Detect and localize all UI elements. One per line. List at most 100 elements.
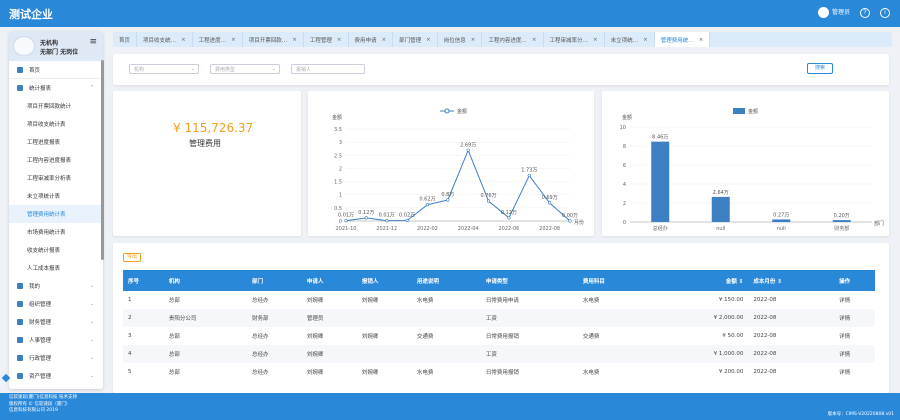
- org-logo: [13, 36, 35, 56]
- nav-group[interactable]: 组织管理 ⌄: [9, 295, 103, 313]
- nav-sub-item[interactable]: 人工成本报表: [9, 259, 103, 277]
- app-title: 测试企业: [9, 8, 53, 21]
- close-icon[interactable]: ×: [699, 37, 704, 43]
- help-icon[interactable]: ?: [860, 7, 870, 18]
- detail-link[interactable]: 详情: [834, 345, 875, 363]
- nav-group[interactable]: 财务管理 ⌄: [9, 313, 103, 331]
- close-icon[interactable]: ×: [181, 37, 186, 43]
- nav-sub-item[interactable]: 项目收支统计表: [9, 115, 103, 133]
- y-tick-label: 2.5: [334, 153, 342, 159]
- y-tick-label: 10: [620, 125, 626, 131]
- column-header: 用途说明: [411, 270, 481, 291]
- close-icon[interactable]: ×: [471, 37, 476, 43]
- close-icon[interactable]: ×: [337, 37, 342, 43]
- nav-sub-item[interactable]: 工程内容进度报表: [9, 151, 103, 169]
- nav-group[interactable]: 资产管理 ⌄: [9, 367, 103, 385]
- tab[interactable]: 工程审减率分… ×: [544, 32, 605, 47]
- close-icon[interactable]: ×: [292, 37, 297, 43]
- tab[interactable]: 项目收支统… ×: [137, 32, 193, 47]
- tab[interactable]: 项目开票回款… ×: [243, 32, 304, 47]
- nav-group-label: 资产管理: [29, 374, 52, 380]
- column-header: 报销人: [356, 270, 412, 291]
- chevron-down-icon: ⌄: [89, 337, 94, 343]
- type-select[interactable]: 费用类型 ⌄: [210, 64, 280, 74]
- tab[interactable]: 工程内容进度… ×: [482, 32, 544, 47]
- table-cell: 刘婉卿: [306, 298, 324, 304]
- tab-label: 首页: [119, 37, 131, 44]
- x-tick-label: 总经办: [653, 225, 668, 232]
- data-label: 0.20万: [834, 213, 850, 219]
- nav-sub-item[interactable]: 未立项统计表: [9, 187, 103, 205]
- sidebar: 无机构 无部门 无岗位 ≡ 首页 统计报表 ^ 项目开票回款统计 项目收支统计表 工程…: [9, 31, 103, 389]
- table-cell: 总经办: [251, 370, 269, 376]
- nav-sub-item[interactable]: 管理费用统计表: [9, 205, 103, 223]
- table-cell: 总部: [163, 345, 247, 363]
- nav-group-label: 人事管理: [29, 338, 52, 344]
- tab[interactable]: 工程管理 ×: [304, 32, 349, 47]
- close-icon[interactable]: ×: [382, 37, 387, 43]
- nav-sub-item[interactable]: 工程审减率分析表: [9, 169, 103, 187]
- detail-link[interactable]: 详情: [834, 363, 875, 381]
- chart-icon: [17, 85, 23, 91]
- sidebar-scrollbar[interactable]: [101, 60, 104, 260]
- data-label: 0.69万: [542, 195, 558, 201]
- nav-home[interactable]: 首页: [9, 61, 103, 79]
- nav-sub-item[interactable]: 市场费用统计表: [9, 223, 103, 241]
- tab[interactable]: 岗位信息 ×: [438, 32, 483, 47]
- table-cell: 2022-08: [753, 369, 777, 375]
- nav-sub-item[interactable]: 项目开票回款统计: [9, 97, 103, 115]
- column-header[interactable]: 金额 ⇕: [646, 270, 749, 291]
- summary-card: ¥ 115,726.37 管理费用: [113, 91, 301, 236]
- tab[interactable]: 管理费用统… ×: [654, 32, 711, 47]
- legend-marker: [444, 108, 450, 114]
- close-icon[interactable]: ×: [426, 37, 431, 43]
- nav-group[interactable]: 行政管理 ⌄: [9, 349, 103, 367]
- menu-toggle-icon[interactable]: ≡: [89, 37, 97, 47]
- x-tick-label: 2022-02: [417, 226, 438, 232]
- tab[interactable]: 未立项统… ×: [605, 32, 655, 47]
- tab[interactable]: 工程进度… ×: [193, 32, 243, 47]
- bar-chart-card: 金额 金额 部门 0 2 4 6 8 10 8.46万 总经办 2.64万 null 0.27万 null 0…: [602, 91, 889, 236]
- chevron-down-icon: ⌄: [89, 355, 94, 361]
- detail-link[interactable]: 详情: [834, 309, 875, 327]
- top-bar: 测试企业 管理员 ? i: [0, 0, 900, 27]
- nav-stats[interactable]: 统计报表 ^: [9, 79, 103, 97]
- table-cell: 刘婉卿: [361, 298, 379, 304]
- nav-group-label: 行政管理: [29, 356, 52, 362]
- tab[interactable]: 首页: [113, 32, 138, 47]
- nav-group[interactable]: 我的 ⌄: [9, 277, 103, 295]
- info-icon[interactable]: i: [880, 7, 890, 18]
- export-button[interactable]: 导出: [123, 253, 141, 262]
- column-header[interactable]: 成本月份 ⇕: [748, 270, 835, 291]
- legend-label: 金额: [457, 108, 467, 115]
- nav-sub-item[interactable]: 收支统计报表: [9, 241, 103, 259]
- footer-line1: 信软速段(厦门)信息科技 技术支持: [9, 395, 77, 400]
- data-label: 0.12万: [501, 210, 517, 216]
- detail-link[interactable]: 详情: [834, 291, 875, 309]
- table-cell: 刘婉卿: [361, 334, 379, 340]
- close-icon[interactable]: ×: [231, 37, 236, 43]
- tab[interactable]: 部门管理 ×: [393, 32, 438, 47]
- table-cell: 总部: [168, 298, 180, 304]
- close-icon[interactable]: ×: [643, 37, 648, 43]
- user-menu[interactable]: 管理员: [817, 7, 850, 18]
- footer: 信软速段(厦门)信息科技 技术支持 版权所有 © 信软速段（厦门） 信息科技有限…: [0, 393, 900, 420]
- table-cell: [577, 309, 647, 327]
- nav-sub-item[interactable]: 工程进度报表: [9, 133, 103, 151]
- search-button[interactable]: 搜索: [807, 63, 833, 74]
- close-icon[interactable]: ×: [593, 37, 598, 43]
- nav-group-label: 财务管理: [29, 320, 52, 326]
- tab-label: 工程管理: [309, 37, 332, 44]
- org-select[interactable]: 机构 ⌄: [129, 64, 199, 74]
- applicant-input[interactable]: 报销人: [291, 64, 365, 74]
- legend-label: 金额: [748, 108, 758, 115]
- close-icon[interactable]: ×: [532, 37, 537, 43]
- table-row: 1 总部 总经办 刘婉卿 刘婉卿 水电费 日常费用申请 水电费 ¥ 150.00 2022-08 详…: [123, 291, 875, 309]
- y-axis-title: 金额: [332, 114, 342, 121]
- detail-link[interactable]: 详情: [834, 327, 875, 345]
- org-select-placeholder: 机构: [134, 67, 145, 73]
- tab[interactable]: 费用申请 ×: [349, 32, 394, 47]
- x-tick-label: 2022-04: [458, 226, 479, 232]
- table-cell: 总经办: [246, 345, 302, 363]
- nav-group[interactable]: 人事管理 ⌄: [9, 331, 103, 349]
